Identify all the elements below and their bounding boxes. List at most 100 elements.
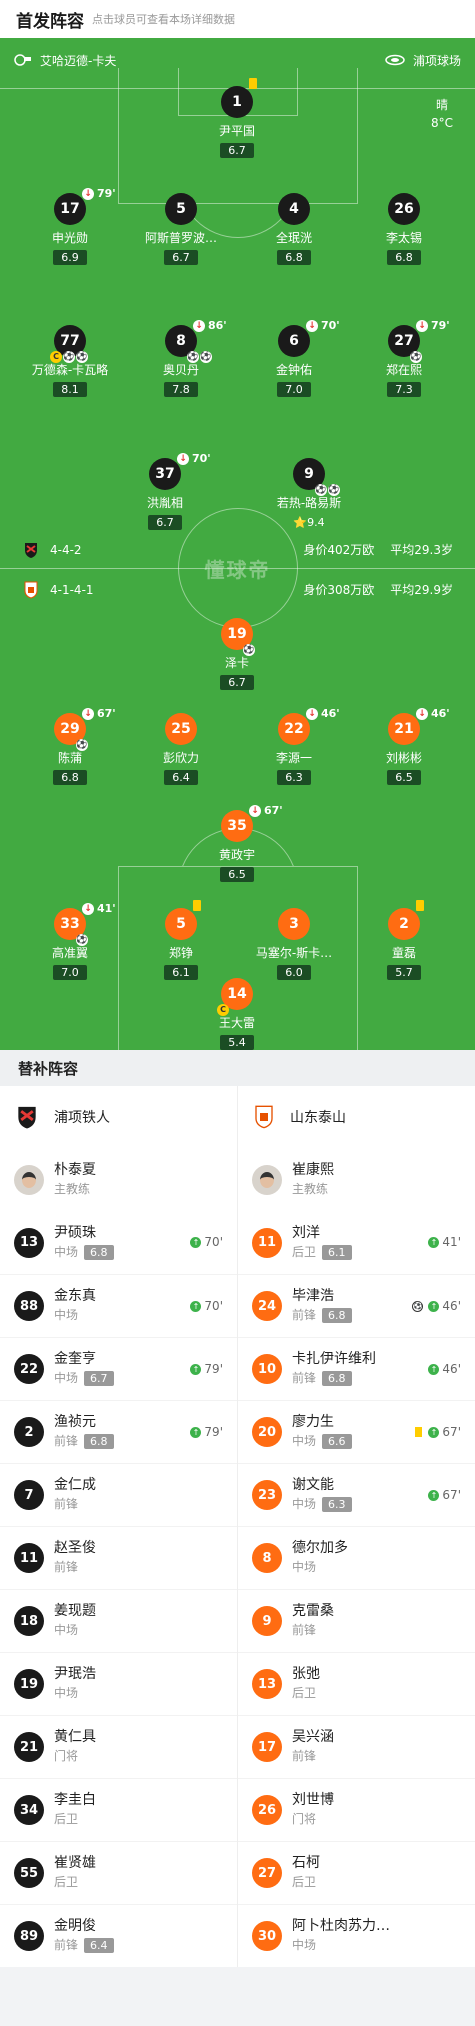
bench-player-row[interactable]: 88 金东真 中场 ↑ 70' xyxy=(0,1274,237,1337)
home-player-st1[interactable]: 37 ↓ 70' 洪胤相 6.7 xyxy=(110,452,220,530)
bench-player-row[interactable]: 27 石柯 后卫 xyxy=(238,1841,475,1904)
bench-player-position-line: 中场 xyxy=(292,1936,390,1955)
bench-player-position-line: 中场 6.8 xyxy=(54,1243,114,1262)
sub-in-minute: 46' xyxy=(442,1299,461,1313)
player-rating: 7.3 xyxy=(387,382,421,397)
bench-player-row[interactable]: 22 金奎亨 中场 6.7 ↑ 79' xyxy=(0,1337,237,1400)
player-name: 高准翼 xyxy=(51,946,88,960)
home-player-lm[interactable]: 77 C ⚽ ⚽ 万德森-卡瓦略 8.1 xyxy=(15,325,125,397)
home-player-cm1[interactable]: 8 ↓ 86' ⚽ ⚽ 奥贝丹 7.8 xyxy=(126,319,236,397)
sub-in-minute: 70' xyxy=(204,1235,223,1249)
player-rating: 6.7 xyxy=(164,250,198,265)
home-player-rm[interactable]: 27 ↓ 79' ⚽ 郑在熙 7.3 xyxy=(349,319,459,397)
home-bench: 浦项铁人 朴泰夏 主教练 13 尹硕珠 中场 6.8 ↑ 70' 88 金东真 中场 ↑ 70' 22 金… xyxy=(0,1086,237,1967)
player-name: 童磊 xyxy=(391,946,416,960)
away-player-rb[interactable]: 2 童磊 5.7 xyxy=(349,900,459,980)
bench-player-row[interactable]: 89 金明俊 前锋 6.4 xyxy=(0,1904,237,1967)
bench-player-row[interactable]: 30 阿卜杜肉苏力… 中场 xyxy=(238,1904,475,1967)
home-player-rb[interactable]: 26 李太锡 6.8 xyxy=(349,193,459,265)
player-number: 33 ↓ 41' ⚽ xyxy=(54,902,116,946)
bench-player-row[interactable]: 7 金仁成 前锋 xyxy=(0,1463,237,1526)
home-coach[interactable]: 朴泰夏 主教练 xyxy=(0,1148,237,1211)
bench-player-row[interactable]: 19 尹珉浩 中场 xyxy=(0,1652,237,1715)
substitution-out: ↓ 41' xyxy=(82,902,116,915)
sub-in-icon: ↑ xyxy=(428,1236,440,1248)
goal-icon: ⚽ xyxy=(412,1300,424,1312)
bench-player-position: 门将 xyxy=(54,1749,79,1763)
coach-name: 崔康熙 xyxy=(292,1161,334,1178)
away-player-cb1[interactable]: 5 郑铮 6.1 xyxy=(126,900,236,980)
away-player-cm1[interactable]: 25 彭欣力 6.4 xyxy=(126,713,236,785)
home-team-header[interactable]: 浦项铁人 xyxy=(0,1086,237,1148)
away-player-cb2[interactable]: 3 马塞尔-斯卡… 6.0 xyxy=(239,908,349,980)
away-player-lm[interactable]: 29 ↓ 67' ⚽ 陈蒲 6.8 xyxy=(15,707,125,785)
away-player-lb[interactable]: 33 ↓ 41' ⚽ 高准翼 7.0 xyxy=(15,902,125,980)
yellow-card-icon xyxy=(415,1427,423,1437)
away-coach[interactable]: 崔康熙 主教练 xyxy=(238,1148,475,1211)
bench-player-row[interactable]: 20 廖力生 中场 6.6 ↑ 67' xyxy=(238,1400,475,1463)
bench-player-row[interactable]: 13 张弛 后卫 xyxy=(238,1652,475,1715)
home-player-lb[interactable]: 17 ↓ 79' 申光勋 6.9 xyxy=(15,187,125,265)
bench-player-number: 13 xyxy=(14,1227,44,1258)
away-player-rm[interactable]: 21 ↓ 46' 刘彬彬 6.5 xyxy=(349,707,459,785)
player-rating: 5.7 xyxy=(387,965,421,980)
bench-player-rating: 6.8 xyxy=(322,1308,352,1323)
goal-icon: ⚽ xyxy=(187,351,199,363)
substitution-in: ↑ 41' xyxy=(428,1235,461,1249)
bench-player-row[interactable]: 2 渔祯元 前锋 6.8 ↑ 79' xyxy=(0,1400,237,1463)
bench-player-position-line: 门将 xyxy=(292,1810,334,1829)
bench-player-row[interactable]: 9 克雷桑 前锋 xyxy=(238,1589,475,1652)
away-player-st[interactable]: 19 ⚽ 泽卡 6.7 xyxy=(182,618,292,690)
home-market-value: 身价402万欧 xyxy=(303,543,375,557)
bench-player-number: 23 xyxy=(252,1480,282,1510)
home-player-st2[interactable]: 9 ⚽ ⚽ 若热-路易斯 ⭐9.4 xyxy=(254,458,364,530)
bench-player-row[interactable]: 8 德尔加多 中场 xyxy=(238,1526,475,1589)
bench-player-row[interactable]: 13 尹硕珠 中场 6.8 ↑ 70' xyxy=(0,1211,237,1274)
bench-player-row[interactable]: 17 吴兴涵 前锋 xyxy=(238,1715,475,1778)
bench-player-row[interactable]: 23 谢文能 中场 6.3 ↑ 67' xyxy=(238,1463,475,1526)
sub-in-minute: 79' xyxy=(204,1425,223,1439)
away-player-gk[interactable]: 14 C 王大雷 5.4 xyxy=(182,978,292,1050)
bench-player-row[interactable]: 55 崔贤雄 后卫 xyxy=(0,1841,237,1904)
bench-player-rating: 6.1 xyxy=(322,1244,352,1260)
bench-player-row[interactable]: 11 刘洋 后卫 6.1 ↑ 41' xyxy=(238,1211,475,1274)
bench-player-position: 前锋 xyxy=(292,1371,317,1385)
home-player-gk[interactable]: 1 尹平国 6.7 xyxy=(182,78,292,158)
player-events: ⚽ ⚽ xyxy=(187,351,212,363)
player-rating: 7.0 xyxy=(277,382,311,397)
bench-player-row[interactable]: 34 李圭白 后卫 xyxy=(0,1778,237,1841)
bench-player-name: 刘洋 xyxy=(292,1224,320,1241)
bench-player-row[interactable]: 10 卡扎伊许维利 前锋 6.8 ↑ 46' xyxy=(238,1337,475,1400)
team-bar: 艾哈迈德-卡夫 浦项球场 xyxy=(0,40,475,80)
bench-player-position-line: 后卫 xyxy=(54,1873,96,1892)
weather-temp: 8°C xyxy=(430,116,453,130)
bench-player-position: 前锋 xyxy=(54,1938,79,1952)
sub-out-icon: ↓ xyxy=(193,319,205,332)
player-rating: 6.3 xyxy=(277,770,311,785)
bench-player-row[interactable]: 11 赵圣俊 前锋 xyxy=(0,1526,237,1589)
player-number: 9 ⚽ ⚽ xyxy=(293,458,340,496)
bench-player-row[interactable]: 18 姜现题 中场 xyxy=(0,1589,237,1652)
player-events: ⚽ ⚽ xyxy=(315,484,340,496)
bench-player-name: 金奎亨 xyxy=(54,1351,96,1367)
bench-player-position-line: 前锋 6.8 xyxy=(292,1306,352,1325)
away-team-header[interactable]: 山东泰山 xyxy=(238,1086,475,1148)
home-player-cb1[interactable]: 5 阿斯普罗波… 6.7 xyxy=(126,193,236,265)
bench-player-number: 24 xyxy=(252,1291,282,1321)
bench-player-position: 后卫 xyxy=(54,1812,79,1826)
player-number: 1 xyxy=(221,78,257,118)
home-crest-icon xyxy=(25,543,37,558)
player-events: ⚽ xyxy=(410,351,422,363)
bench-player-row[interactable]: 24 毕津浩 前锋 6.8 ⚽ ↑ 46' xyxy=(238,1274,475,1337)
bench-player-row[interactable]: 21 黄仁具 门将 xyxy=(0,1715,237,1778)
player-number: 77 C ⚽ ⚽ xyxy=(50,325,88,363)
assist-icon: ⚽ xyxy=(328,484,340,496)
home-player-cm2[interactable]: 6 ↓ 70' 金钟佑 7.0 xyxy=(239,319,349,397)
away-player-dm[interactable]: 35 ↓ 67' 黄政宇 6.5 xyxy=(182,804,292,882)
sub-in-icon: ↑ xyxy=(428,1489,440,1501)
bench-player-row[interactable]: 26 刘世博 门将 xyxy=(238,1778,475,1841)
home-player-cb2[interactable]: 4 全珉洸 6.8 xyxy=(239,193,349,265)
page-subtitle: 点击球员可查看本场详细数据 xyxy=(92,13,235,26)
away-player-cm2[interactable]: 22 ↓ 46' 李源一 6.3 xyxy=(239,707,349,785)
bench-player-number: 9 xyxy=(252,1606,282,1636)
